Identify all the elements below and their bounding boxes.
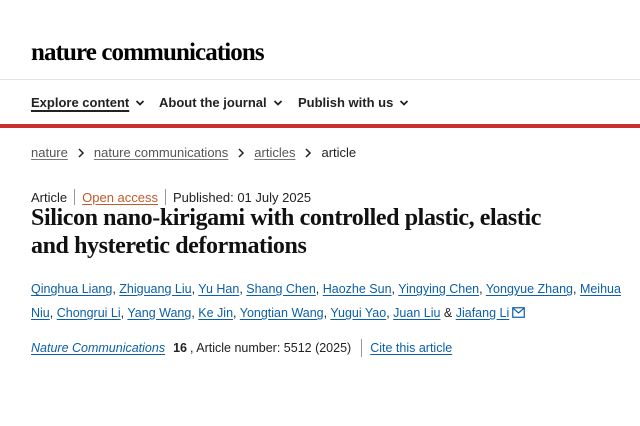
breadcrumb: nature nature communications articles ar… <box>31 145 356 160</box>
author-link[interactable]: Haozhe Sun <box>323 282 392 296</box>
journal-logo[interactable]: nature communications <box>31 40 265 65</box>
author-link[interactable]: Ke Jin <box>198 306 233 320</box>
author-link[interactable]: Juan Liu <box>393 306 440 320</box>
journal-link[interactable]: Nature Communications <box>31 341 165 355</box>
author-link[interactable]: Jiafang Li <box>456 306 510 320</box>
chevron-down-icon <box>136 100 145 106</box>
article-title-line-1: Silicon nano-kirigami with controlled pl… <box>31 205 541 231</box>
author-link[interactable]: Zhiguang Liu <box>119 282 191 296</box>
author-link[interactable]: Yongyue Zhang <box>486 282 573 296</box>
nav-explore-content[interactable]: Explore content <box>31 96 145 110</box>
article-number: , Article number: 5512 (2025) <box>190 341 352 355</box>
main-nav: Explore content About the journal Publis… <box>0 80 640 124</box>
author-link[interactable]: Yongtian Wang <box>240 306 324 320</box>
author-link[interactable]: Yingying Chen <box>398 282 479 296</box>
breadcrumb-nature[interactable]: nature <box>31 145 68 160</box>
author-separator: , <box>572 282 580 296</box>
nav-explore-content-label: Explore content <box>31 95 130 110</box>
volume: 16 <box>173 341 187 355</box>
author-separator: & <box>440 306 456 320</box>
article-title: Silicon nano-kirigami with controlled pl… <box>31 204 621 260</box>
author-link[interactable]: Shang Chen <box>246 282 316 296</box>
author-separator: , <box>49 306 57 320</box>
author-link[interactable]: Chongrui Li <box>57 306 121 320</box>
cite-this-article-link[interactable]: Cite this article <box>370 341 452 355</box>
chevron-right-icon <box>238 147 245 158</box>
nav-publish-with-us[interactable]: Publish with us <box>298 96 409 110</box>
chevron-down-icon <box>400 100 409 106</box>
chevron-down-icon <box>273 100 282 106</box>
nav-about-journal[interactable]: About the journal <box>159 96 283 110</box>
author-link[interactable]: Yang Wang <box>127 306 191 320</box>
citation-divider <box>361 339 363 357</box>
nav-about-journal-label: About the journal <box>159 95 267 110</box>
mail-icon[interactable] <box>512 307 526 318</box>
author-list: Qinghua Liang, Zhiguang Liu, Yu Han, Sha… <box>31 277 621 325</box>
author-separator: , <box>233 306 240 320</box>
author-separator: , <box>479 282 486 296</box>
accent-divider <box>0 124 640 128</box>
open-access-link[interactable]: Open access <box>82 190 158 205</box>
breadcrumb-current: article <box>321 145 357 160</box>
meta-divider <box>74 189 76 205</box>
breadcrumb-articles[interactable]: articles <box>254 145 295 160</box>
citation: Nature Communications 16 , Article numbe… <box>31 339 452 357</box>
chevron-right-icon <box>305 147 312 158</box>
meta-divider <box>165 189 166 205</box>
article-title-line-2: and hysteretic deformations <box>31 233 307 259</box>
author-link[interactable]: Qinghua Liang <box>31 282 112 296</box>
article-meta: Article Open access Published: 01 July 2… <box>31 189 311 205</box>
author-link[interactable]: Yugui Yao <box>330 306 386 320</box>
author-link[interactable]: Yu Han <box>198 282 239 296</box>
author-separator: , <box>315 282 323 296</box>
site-header: nature communications <box>0 0 640 80</box>
published-date: Published: 01 July 2025 <box>173 189 312 205</box>
breadcrumb-nature-communications[interactable]: nature communications <box>94 145 228 160</box>
chevron-right-icon <box>78 147 84 158</box>
nav-publish-with-us-label: Publish with us <box>298 95 394 110</box>
article-type: Article <box>31 189 68 205</box>
